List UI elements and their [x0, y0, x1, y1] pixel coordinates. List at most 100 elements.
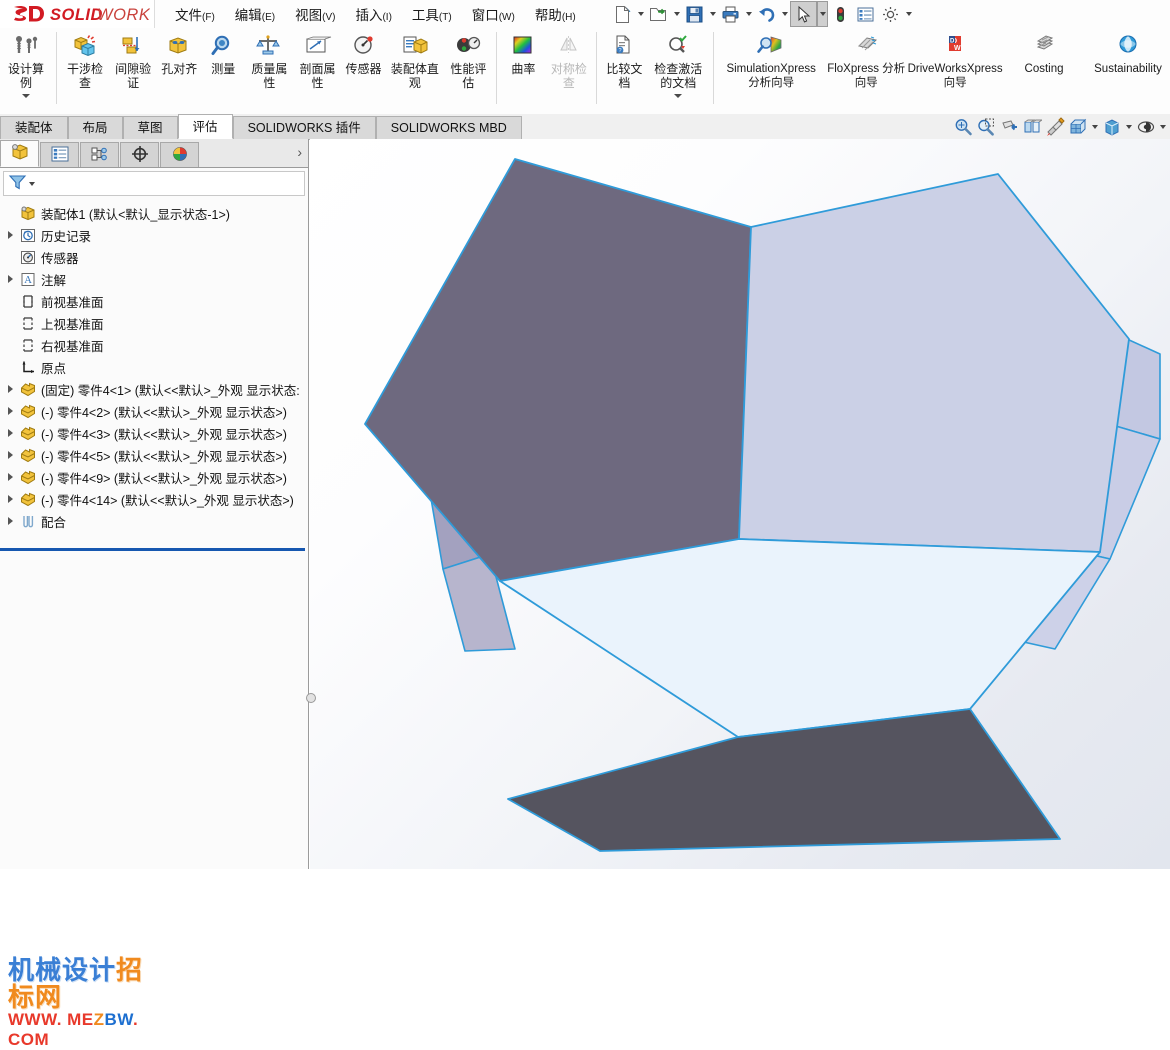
tree-item-origin[interactable]: 原点 — [0, 356, 308, 378]
ribbon-interference-check[interactable]: 干涉检查 — [61, 28, 109, 112]
tree-item-part4-14[interactable]: (-) 零件4<14> (默认<<默认>_外观 显示状态>) — [0, 488, 308, 510]
select-button[interactable] — [790, 1, 817, 27]
tree-item-annotations[interactable]: A 注解 — [0, 268, 308, 290]
tab-assembly[interactable]: 装配体 — [0, 116, 68, 139]
expand-triangle-icon[interactable] — [4, 422, 18, 444]
ribbon-assembly-visualization[interactable]: 装配体直观 — [386, 28, 445, 112]
menu-help[interactable]: 帮助(H) — [533, 1, 578, 27]
tab-layout[interactable]: 布局 — [67, 116, 123, 139]
menu-window[interactable]: 窗口(W) — [470, 1, 517, 27]
menu-insert[interactable]: 插入(I) — [353, 1, 393, 27]
tab-dimxpert-manager[interactable] — [120, 142, 159, 167]
hide-show-items-button[interactable] — [1101, 116, 1123, 138]
open-document-button[interactable] — [646, 1, 671, 27]
view-settings-button[interactable] — [1135, 116, 1157, 138]
save-caret-icon[interactable] — [707, 1, 718, 27]
zoom-to-fit-button[interactable] — [952, 116, 974, 138]
menu-file[interactable]: 文件(F) — [173, 1, 217, 27]
undo-caret-icon[interactable] — [779, 1, 790, 27]
solidworks-logo[interactable]: SOLID WORKS — [0, 0, 155, 28]
save-button[interactable] — [682, 1, 707, 27]
menu-help-mnemonic: (H) — [561, 12, 576, 23]
tab-configuration-manager[interactable] — [80, 142, 119, 167]
feature-tree-filter[interactable] — [3, 171, 305, 196]
menu-edit-label: 编辑 — [234, 8, 262, 23]
new-document-button[interactable] — [610, 1, 635, 27]
tree-item-part4-2[interactable]: (-) 零件4<2> (默认<<默认>_外观 显示状态>) — [0, 400, 308, 422]
expand-triangle-icon[interactable] — [4, 378, 18, 400]
expand-triangle-icon[interactable] — [4, 510, 18, 532]
tree-item-front-plane[interactable]: 前视基准面 — [0, 290, 308, 312]
section-view-button[interactable] — [998, 116, 1020, 138]
panel-splitter-handle[interactable] — [306, 693, 316, 703]
ribbon-design-study[interactable]: 设计算例 — [0, 28, 52, 112]
ribbon-costing[interactable]: Costing — [1002, 28, 1086, 112]
menu-tools[interactable]: 工具(T) — [410, 1, 454, 27]
tree-item-part4-9[interactable]: (-) 零件4<9> (默认<<默认>_外观 显示状态>) — [0, 466, 308, 488]
menu-edit[interactable]: 编辑(E) — [233, 1, 277, 27]
tree-item-part4-5[interactable]: (-) 零件4<5> (默认<<默认>_外观 显示状态>) — [0, 444, 308, 466]
display-style-caret-icon[interactable] — [1090, 116, 1100, 138]
tree-item-assembly-root[interactable]: 装配体1 (默认<默认_显示状态-1>) — [0, 202, 308, 224]
ribbon-sustainability[interactable]: Sustainability — [1086, 28, 1170, 112]
tab-property-manager[interactable] — [40, 142, 79, 167]
options-list-button[interactable] — [853, 1, 878, 27]
graphics-viewport[interactable] — [310, 139, 1170, 869]
display-style-button[interactable] — [1067, 116, 1089, 138]
ribbon-compare-documents[interactable]: ? 比较文档 — [601, 28, 647, 112]
dodecahedron-model[interactable] — [310, 139, 1170, 869]
ribbon-measure[interactable]: 测量 — [201, 28, 245, 112]
ribbon-performance-evaluation[interactable]: 性能评估 — [444, 28, 492, 112]
filter-caret-icon[interactable] — [29, 181, 35, 186]
expand-triangle-icon[interactable] — [4, 488, 18, 510]
expand-triangle-icon[interactable] — [4, 224, 18, 246]
expand-triangle-icon[interactable] — [4, 444, 18, 466]
expand-triangle-icon[interactable] — [4, 466, 18, 488]
hide-show-items-caret-icon[interactable] — [1124, 116, 1134, 138]
tree-item-history[interactable]: 历史记录 — [0, 224, 308, 246]
ribbon-check-active-documents-label: 检查激活的文档 — [654, 62, 703, 90]
ribbon-symmetry-check[interactable]: 对称检查 — [545, 28, 592, 112]
ribbon-sensor[interactable]: 传感器 — [342, 28, 386, 112]
print-caret-icon[interactable] — [743, 1, 754, 27]
ribbon-curvature[interactable]: 曲率 — [501, 28, 545, 112]
open-document-caret-icon[interactable] — [671, 1, 682, 27]
menu-view[interactable]: 视图(V) — [293, 1, 337, 27]
tab-solidworks-mbd[interactable]: SOLIDWORKS MBD — [375, 116, 522, 139]
expand-triangle-icon[interactable] — [4, 400, 18, 422]
new-document-caret-icon[interactable] — [635, 1, 646, 27]
view-settings-caret-icon[interactable] — [1158, 116, 1168, 138]
ribbon-simulationxpress[interactable]: SimulationXpress 分析向导 — [718, 28, 824, 112]
undo-button[interactable] — [754, 1, 779, 27]
options-caret-icon[interactable] — [903, 1, 914, 27]
print-button[interactable] — [718, 1, 743, 27]
ribbon-clearance-verification[interactable]: 间隙验证 — [109, 28, 157, 112]
tab-solidworks-addins[interactable]: SOLIDWORKS 插件 — [232, 116, 376, 139]
ribbon-hole-alignment[interactable]: 孔对齐 — [157, 28, 201, 112]
check-active-documents-caret-icon[interactable] — [672, 92, 684, 100]
tab-display-manager[interactable] — [160, 142, 199, 167]
tree-item-part4-1[interactable]: (固定) 零件4<1> (默认<<默认>_外观 显示状态: — [0, 378, 308, 400]
view-orientation-button[interactable] — [1021, 116, 1043, 138]
zoom-to-area-button[interactable] — [975, 116, 997, 138]
tree-item-right-plane[interactable]: 右视基准面 — [0, 334, 308, 356]
tab-sketch[interactable]: 草图 — [122, 116, 178, 139]
ribbon-driveworksxpress[interactable]: DWD DriveWorksXpress 向导 — [908, 28, 1003, 112]
ribbon-section-properties[interactable]: 剖面属性 — [293, 28, 341, 112]
tree-item-sensors[interactable]: 传感器 — [0, 246, 308, 268]
expand-triangle-icon[interactable] — [4, 268, 18, 290]
ribbon-mass-properties[interactable]: 质量属性 — [245, 28, 293, 112]
rebuild-button[interactable] — [828, 1, 853, 27]
ribbon-check-active-documents[interactable]: 检查激活的文档 — [647, 28, 709, 112]
tree-item-part4-3[interactable]: (-) 零件4<3> (默认<<默认>_外观 显示状态>) — [0, 422, 308, 444]
tab-evaluate[interactable]: 评估 — [177, 114, 233, 139]
appearance-button[interactable] — [1044, 116, 1066, 138]
ribbon-floxpress[interactable]: FloXpress 分析向导 — [824, 28, 908, 112]
design-study-caret-icon[interactable] — [20, 92, 32, 100]
expand-panel-chevron-right-icon[interactable]: › — [297, 144, 302, 160]
tab-feature-manager-design-tree[interactable] — [0, 140, 39, 167]
tree-item-mates[interactable]: 配合 — [0, 510, 308, 532]
options-gear-button[interactable] — [878, 1, 903, 27]
tree-item-top-plane[interactable]: 上视基准面 — [0, 312, 308, 334]
select-caret-icon[interactable] — [817, 1, 828, 27]
